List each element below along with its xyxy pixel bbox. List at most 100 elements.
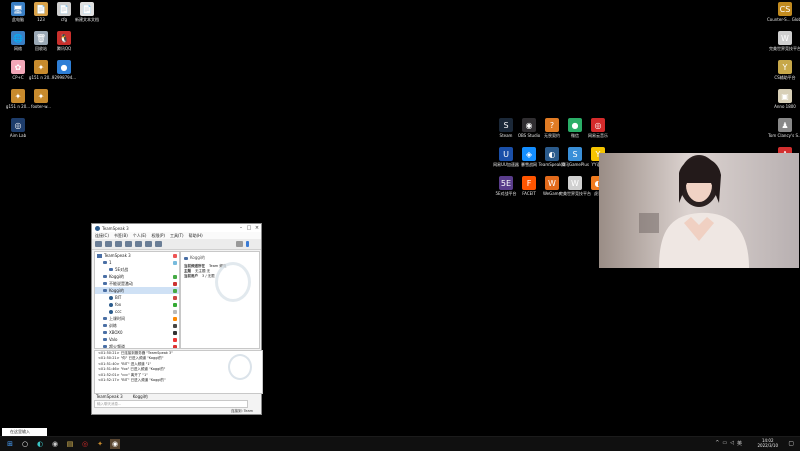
tree-server-row[interactable]: TeamSpeak 3 [95,252,179,259]
desktop-icon-label: 完美世界竞技平台 [769,46,800,51]
tree-label: 训练 [109,322,117,328]
server-icon [97,253,102,258]
desktop-shortcut-item[interactable]: 📄 新建文本文档 [69,2,105,22]
contacts-icon[interactable] [155,241,162,247]
notification-icon[interactable]: ▢ [788,440,794,447]
channel-flag-icon [173,330,177,335]
menu-item[interactable]: 工具(T) [170,233,184,239]
tree-channel-row[interactable]: Valo [95,336,179,343]
disconnect-icon[interactable] [105,241,112,247]
menu-item[interactable]: 个人(E) [133,233,147,239]
desktop-shortcut-item[interactable]: 🐧 腾讯QQ [46,31,82,51]
desktop-shortcut-icon: ♟ [778,118,792,132]
tree-channel-row[interactable]: 上课时间 [95,315,179,322]
channel-flag-icon [173,309,177,314]
start-icon[interactable]: ⊞ [5,439,15,449]
desktop-icon-label: 92998794... [51,75,77,80]
desktop-shortcut-item[interactable]: ◎ Aim Lab [0,118,36,138]
tree-channel-row[interactable]: 不能说是激动 [95,280,179,287]
info-key: 当前频道所在 [184,264,205,268]
maximize-icon[interactable]: □ [245,225,253,231]
desktop-icon-label: CS辅助平台 [774,75,796,80]
channel-flag-icon [173,316,177,321]
netease-music-icon[interactable]: ◎ [80,439,90,449]
tree-label: 不能说是激动 [109,280,133,286]
channel-icon [103,338,107,341]
menu-bar: 连接(C) 书签(B) 个人(E) 权限(P) 工具(T) 帮助(H) [92,232,261,239]
info-key: 当前用户 [184,274,198,278]
menu-item[interactable]: 权限(P) [151,233,165,239]
notification-box[interactable]: 在这里输入 [2,428,47,436]
desktop-shortcut-item[interactable]: CSCounter-S... Global Offi... [767,2,800,22]
channel-icon [103,289,107,292]
desktop-shortcut-icon: CS [778,2,792,16]
menu-item[interactable]: 帮助(H) [189,233,203,239]
desktop-shortcut-item[interactable]: ▣ Anno 1800 [767,89,800,109]
tree-label: fox [115,302,122,307]
obs-icon[interactable]: ◉ [110,439,120,449]
tree-channel-row[interactable]: Koggi的 [95,287,179,294]
channel-flag-icon [173,323,177,328]
file-explorer-icon[interactable]: ▤ [65,439,75,449]
minimize-icon[interactable]: – [237,225,245,231]
mic-mute-icon[interactable] [125,241,132,247]
bookmark-icon[interactable] [236,241,243,247]
volume-tray-icon[interactable]: ◁ [730,440,734,447]
desktop-shortcut-item[interactable]: W 完美世界竞技平台 [767,31,800,51]
speaker-mute-icon[interactable] [135,241,142,247]
webcam-overlay [599,153,799,268]
window-title: TeamSpeak 3 [102,225,129,231]
edge-icon[interactable]: ◐ [35,439,45,449]
user-status-icon [109,302,113,307]
search-icon[interactable]: ○ [20,439,30,449]
tree-channel-row[interactable]: 1 [95,259,179,266]
teamspeak-logo-icon [95,225,100,231]
tree-channel-row[interactable]: Koggi的 [95,273,179,280]
steam-icon[interactable]: ◉ [50,439,60,449]
close-icon[interactable]: × [253,225,261,231]
tree-user-row[interactable]: ccc [95,308,179,315]
desktop-shortcut-item[interactable]: ● 92998794... [46,60,82,80]
tree-channel-row[interactable]: 5E对战 [95,266,179,273]
channel-icon [103,275,107,278]
desktop-icon-label: Anno 1800 [774,104,796,109]
language-indicator[interactable]: 英 [737,440,742,447]
desktop-shortcut-item[interactable]: ✦ footer-w... [23,89,59,109]
channel-icon [109,268,113,271]
tree-channel-row[interactable]: 训练 [95,322,179,329]
tree-channel-row[interactable]: 超火频道 [95,343,179,348]
chat-input[interactable]: 输入聊天消息... [94,400,248,408]
desktop-shortcut-item[interactable]: Y CS辅助平台 [767,60,800,80]
channel-flag-icon [173,344,177,348]
menu-item[interactable]: 连接(C) [95,233,109,239]
channel-tree[interactable]: TeamSpeak 3 1 5E对战 Koggi的 不能说是激动 Koggi的 BIT fox… [94,251,180,349]
menu-item[interactable]: 书签(B) [114,233,128,239]
chevron-up-icon[interactable]: ^ [715,440,719,447]
tree-label: Koggi的 [109,287,125,293]
channel-icon [103,317,107,320]
teamspeak-titlebar[interactable]: TeamSpeak 3 – □ × [92,224,261,232]
volume-icon[interactable] [246,241,249,247]
desktop-shortcut-item[interactable]: ◎ 网易云音乐 [580,118,616,138]
channel-flag-icon [173,253,177,258]
away-icon[interactable] [115,241,122,247]
chat-icon[interactable] [145,241,152,247]
tree-label: TeamSpeak 3 [104,253,131,258]
status-bar: 连接到: Team [230,409,253,413]
app-icon[interactable]: ✦ [95,439,105,449]
tree-label: 上课时间 [109,315,125,321]
channel-icon [103,345,107,348]
tree-user-row[interactable]: BIT [95,294,179,301]
desktop-shortcut-icon: ▣ [778,89,792,103]
teamspeak-window[interactable]: TeamSpeak 3 – □ × 连接(C) 书签(B) 个人(E) 权限(P) 工具… [91,223,263,415]
tree-user-row[interactable]: fox [95,301,179,308]
connect-icon[interactable] [95,241,102,247]
network-icon[interactable]: ▭ [722,440,727,447]
tree-label: XBOX0 [109,330,123,335]
desktop-icon-label: 网易云音乐 [588,133,608,138]
clock[interactable]: 14:02 2022/3/10 [757,438,778,448]
tree-channel-row[interactable]: XBOX0 [95,329,179,336]
teamspeak-watermark-icon [215,262,251,302]
taskbar: ⊞ ○ ◐ ◉ ▤ ◎ ✦ ◉ ^ ▭ ◁ 英 14:02 2022/3/10 … [0,436,800,451]
desktop-shortcut-item[interactable]: ♟ Tom Clancy's S... [767,118,800,138]
